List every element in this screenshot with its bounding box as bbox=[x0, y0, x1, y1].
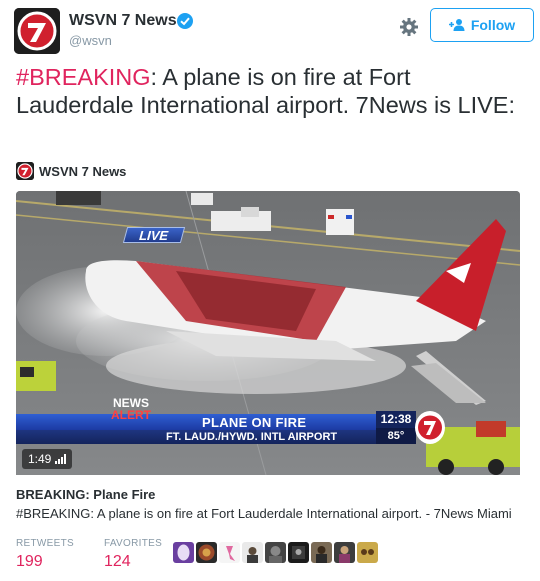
wsvn-logo-icon bbox=[14, 8, 60, 54]
account-handle[interactable]: @wsvn bbox=[69, 33, 112, 48]
overlay-time: 12:38 bbox=[376, 411, 416, 428]
account-avatar[interactable] bbox=[14, 8, 60, 54]
station-bug-icon bbox=[415, 411, 445, 444]
retweets-count: 199 bbox=[16, 553, 43, 570]
liker-avatar[interactable] bbox=[288, 542, 309, 563]
liker-avatar[interactable] bbox=[219, 542, 240, 563]
live-tag: LIVE bbox=[122, 227, 186, 243]
favorited-by-avatars bbox=[173, 542, 378, 563]
retweets-stat[interactable]: RETWEETS 199 bbox=[16, 538, 74, 571]
video-player[interactable]: LIVE NEWS ALERT PLANE ON FIRE FT. LAUD./… bbox=[16, 191, 520, 475]
favorites-label: FAVORITES bbox=[103, 538, 163, 549]
verified-badge-icon bbox=[177, 13, 193, 29]
liker-avatar[interactable] bbox=[173, 542, 194, 563]
alert-label: ALERT bbox=[111, 408, 151, 422]
duration-label: 1:49 bbox=[28, 452, 52, 466]
live-label: LIVE bbox=[137, 227, 171, 243]
liker-avatar[interactable] bbox=[357, 542, 378, 563]
liker-avatar[interactable] bbox=[265, 542, 286, 563]
gear-icon[interactable] bbox=[398, 16, 420, 38]
follow-button[interactable]: Follow bbox=[430, 8, 534, 42]
media-source[interactable]: WSVN 7 News bbox=[16, 161, 126, 181]
headline-bar bbox=[16, 414, 376, 430]
card-title[interactable]: BREAKING: Plane Fire bbox=[16, 487, 155, 502]
follow-label: Follow bbox=[470, 17, 516, 33]
liker-avatar[interactable] bbox=[242, 542, 263, 563]
overlay-temperature: 85° bbox=[376, 428, 416, 444]
video-duration: 1:49 bbox=[22, 449, 73, 469]
add-user-icon bbox=[448, 19, 465, 31]
favorites-count: 124 bbox=[103, 553, 131, 570]
favorites-stat[interactable]: FAVORITES 124 bbox=[104, 538, 162, 571]
media-source-name: WSVN 7 News bbox=[39, 163, 127, 179]
liker-avatar[interactable] bbox=[196, 542, 217, 563]
overlay-subhead: FT. LAUD./HYWD. INTL AIRPORT bbox=[166, 431, 338, 443]
wsvn-logo-icon bbox=[16, 162, 34, 180]
liker-avatar[interactable] bbox=[311, 542, 332, 563]
card-description: #BREAKING: A plane is on fire at Fort La… bbox=[16, 506, 512, 521]
signal-icon bbox=[55, 454, 67, 464]
hashtag-link[interactable]: #BREAKING bbox=[16, 64, 151, 90]
account-name[interactable]: WSVN 7 News bbox=[69, 12, 177, 30]
liker-avatar[interactable] bbox=[334, 542, 355, 563]
tweet-text: #BREAKING: A plane is on fire at Fort La… bbox=[16, 63, 521, 119]
overlay-headline: PLANE ON FIRE bbox=[202, 415, 307, 430]
tweet-header: WSVN 7 News @wsvn Follow bbox=[14, 8, 534, 56]
retweets-label: RETWEETS bbox=[16, 538, 74, 549]
tweet-stats: RETWEETS 199 FAVORITES 124 bbox=[16, 538, 162, 571]
news-alert-badge: NEWS ALERT bbox=[102, 397, 160, 427]
